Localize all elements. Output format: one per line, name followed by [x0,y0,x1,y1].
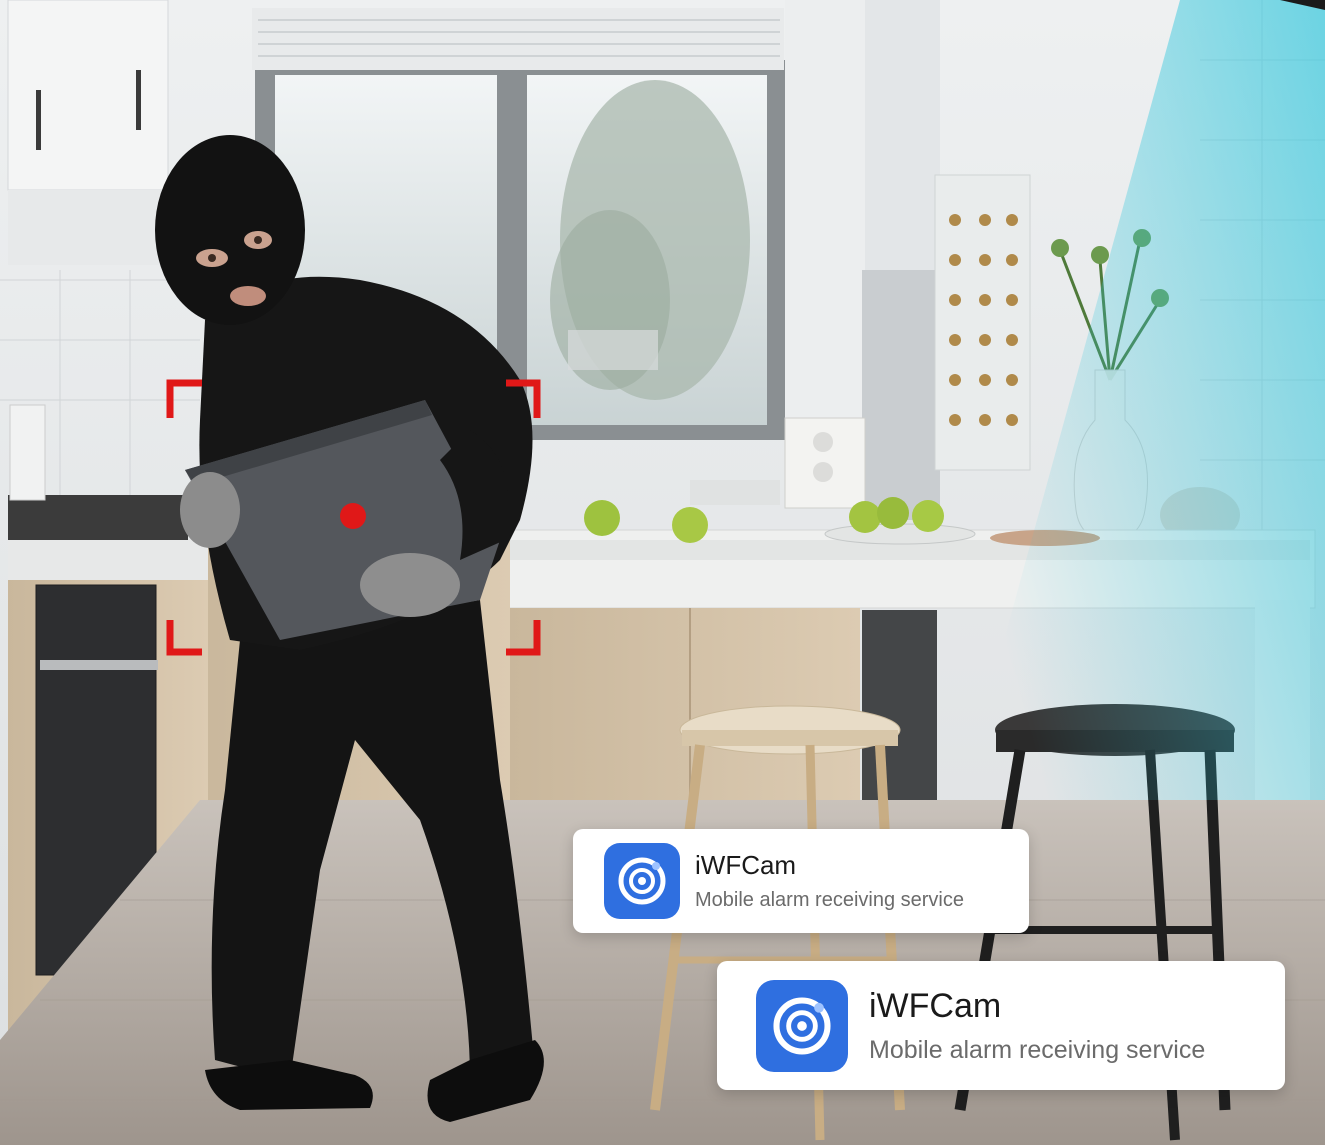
alarm-notification-small[interactable]: iWFCam Mobile alarm receiving service [573,829,1029,933]
notification-subtitle: Mobile alarm receiving service [695,889,964,911]
camera-lens-icon [604,843,680,919]
app-name: iWFCam [695,850,797,880]
alarm-notification-large[interactable]: iWFCam Mobile alarm receiving service [717,961,1285,1090]
app-name: iWFCam [869,986,1002,1025]
notification-subtitle: Mobile alarm receiving service [869,1035,1206,1064]
camera-lens-icon [756,979,848,1072]
